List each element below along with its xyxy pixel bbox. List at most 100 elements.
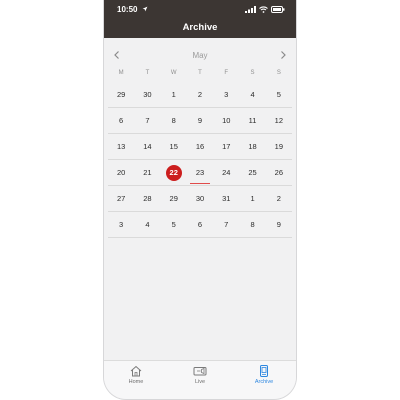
calendar-day-number: 27	[116, 194, 126, 203]
weekday-header: MTWTFSS	[108, 70, 292, 80]
calendar-day[interactable]: 2	[187, 82, 213, 107]
location-arrow-icon	[142, 6, 148, 12]
weekday-label: M	[118, 70, 124, 76]
calendar-week-row: 27 28 29 30 31 1 2	[108, 186, 292, 212]
chevron-right-icon[interactable]	[278, 50, 288, 60]
calendar-day[interactable]: 17	[213, 134, 239, 159]
tab-archive-label: Archive	[254, 379, 274, 385]
calendar-day-number: 4	[145, 220, 150, 229]
wifi-icon	[259, 6, 268, 13]
weekday-label: S	[276, 70, 281, 76]
calendar-day-number: 9	[197, 116, 203, 125]
calendar-day[interactable]: 6	[187, 212, 213, 237]
calendar-day[interactable]: 1	[239, 186, 265, 211]
tab-live-label: Live	[194, 379, 206, 385]
calendar-day-number: 6	[197, 220, 203, 229]
calendar-day[interactable]: 7	[134, 108, 160, 133]
calendar-day[interactable]: 20	[108, 160, 134, 185]
calendar-day[interactable]: 5	[266, 82, 292, 107]
calendar-day[interactable]: 5	[161, 212, 187, 237]
calendar-day[interactable]: 8	[161, 108, 187, 133]
weekday-label: F	[224, 70, 229, 76]
calendar-day-number: 7	[224, 220, 229, 229]
weekday-label: S	[250, 70, 255, 76]
calendar-day[interactable]: 4	[239, 82, 265, 107]
calendar-day-number: 8	[171, 116, 176, 125]
battery-icon	[271, 6, 285, 13]
calendar-day[interactable]: 19	[266, 134, 292, 159]
calendar-day[interactable]: 13	[108, 134, 134, 159]
calendar-day-number: 9	[276, 220, 281, 229]
calendar-day-number: 30	[143, 90, 152, 99]
calendar-day-number: 20	[116, 168, 126, 177]
calendar-day[interactable]: 16	[187, 134, 213, 159]
calendar-day[interactable]: 2	[266, 186, 292, 211]
calendar-day-number: 14	[143, 142, 152, 151]
calendar-day[interactable]: 8	[239, 212, 265, 237]
calendar-day[interactable]: 11	[239, 108, 265, 133]
calendar-day[interactable]: 25	[239, 160, 265, 185]
tab-home[interactable]: Home	[104, 361, 168, 399]
calendar-day[interactable]: 3	[213, 82, 239, 107]
calendar-day[interactable]: 1	[161, 82, 187, 107]
month-label: May	[192, 51, 208, 60]
calendar-day-number: 26	[274, 168, 283, 177]
calendar-day[interactable]: 31	[213, 186, 239, 211]
calendar-day[interactable]: 21	[134, 160, 160, 185]
calendar-day-number: 4	[250, 90, 255, 99]
calendar-day-number: 23	[195, 168, 205, 177]
phone-screen: 10:50 Archive May M T W T F S S 29 30 1 …	[104, 0, 296, 399]
calendar-day[interactable]: 7	[213, 212, 239, 237]
calendar-day-number: 13	[116, 142, 126, 151]
page-title: Archive	[182, 22, 218, 33]
calendar-day-number: 24	[222, 168, 231, 177]
calendar-day-number: 1	[171, 90, 176, 99]
calendar-day-number: 12	[274, 116, 283, 125]
status-time: 10:50	[117, 5, 138, 14]
calendar-day[interactable]: 4	[134, 212, 160, 237]
calendar-day[interactable]: 14	[134, 134, 160, 159]
calendar-day[interactable]: 23	[187, 160, 213, 185]
calendar-week-row: 13 14 15 16 17 18 19	[108, 134, 292, 160]
calendar-day[interactable]: 29	[161, 186, 187, 211]
calendar-day-number: 5	[276, 90, 281, 99]
calendar-day-number: 16	[195, 142, 205, 151]
calendar-day[interactable]: 12	[266, 108, 292, 133]
calendar-day-number: 18	[248, 142, 257, 151]
calendar-day[interactable]: 27	[108, 186, 134, 211]
calendar-day-number: 2	[197, 90, 203, 99]
signal-icon	[245, 6, 256, 13]
calendar-day-number: 30	[195, 194, 205, 203]
calendar-day-number: 5	[171, 220, 176, 229]
calendar-day[interactable]: 10	[213, 108, 239, 133]
calendar-day[interactable]: 3	[108, 212, 134, 237]
calendar-day[interactable]: 6	[108, 108, 134, 133]
calendar-day[interactable]: 9	[266, 212, 292, 237]
weekday-label: T	[145, 70, 150, 76]
calendar-day[interactable]: 26	[266, 160, 292, 185]
calendar-day[interactable]: 24	[213, 160, 239, 185]
calendar-day-number: 29	[116, 90, 126, 99]
calendar-day[interactable]: 22	[161, 160, 187, 185]
status-icons	[245, 6, 285, 13]
calendar-day[interactable]: 30	[187, 186, 213, 211]
weekday-label: T	[198, 70, 202, 76]
tab-archive[interactable]: Archive	[232, 361, 296, 399]
calendar-day-number: 25	[248, 168, 257, 177]
archive-icon	[260, 365, 268, 377]
calendar-day[interactable]: 29	[108, 82, 134, 107]
app-header: 10:50 Archive	[104, 0, 296, 38]
calendar-day-number: 3	[224, 90, 229, 99]
calendar-day-number: 31	[222, 194, 231, 203]
calendar-day[interactable]: 30	[134, 82, 160, 107]
calendar-week-row: 20 21 22 23 24 25 26	[108, 160, 292, 186]
calendar-day-number: 21	[143, 168, 152, 177]
tab-live[interactable]: Live	[168, 361, 232, 399]
calendar-day[interactable]: 9	[187, 108, 213, 133]
calendar-day[interactable]: 18	[239, 134, 265, 159]
calendar-day[interactable]: 28	[134, 186, 160, 211]
calendar-grid: 29 30 1 2 3 4 5 6 7 8 9 10 11 12 13 14 15 16 17 18 19 20 21 22 2…	[108, 82, 292, 238]
tab-home-label: Home	[128, 379, 144, 385]
calendar-day-number: 29	[169, 194, 178, 203]
calendar-day[interactable]: 15	[161, 134, 187, 159]
